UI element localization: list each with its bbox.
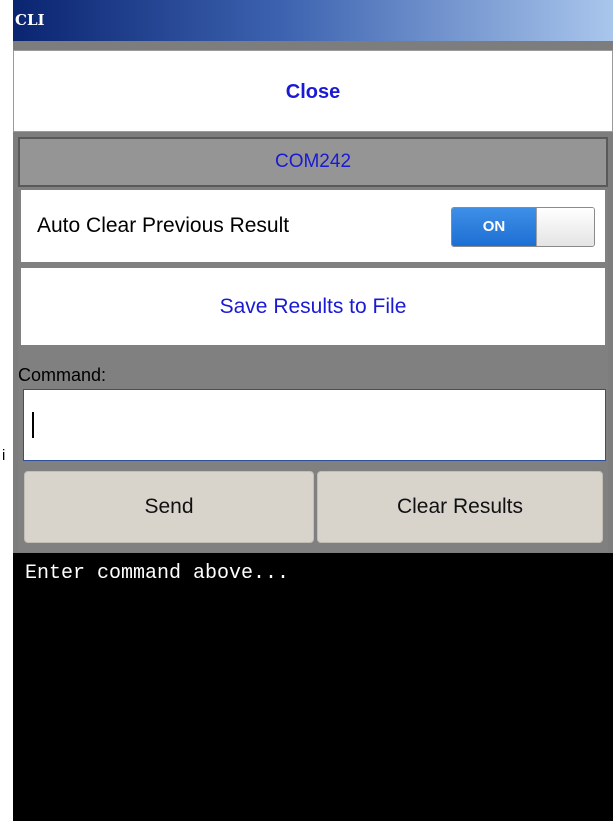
output-text: Enter command above... — [25, 562, 290, 585]
device-panel: COM242 Auto Clear Previous Result ON Sav… — [18, 137, 608, 552]
toggle-state-label: ON — [452, 208, 536, 246]
command-input[interactable] — [23, 389, 606, 461]
send-button[interactable]: Send — [24, 471, 314, 543]
stray-glyph: i — [2, 447, 6, 464]
text-caret — [32, 412, 34, 438]
device-name-header: COM242 — [18, 137, 608, 187]
clear-results-button[interactable]: Clear Results — [317, 471, 603, 543]
command-label: Command: — [18, 365, 107, 385]
cli-window: CLI Close COM242 Auto Clear Previous Res… — [13, 0, 613, 821]
output-console[interactable]: Enter command above... — [13, 553, 613, 821]
save-results-button[interactable]: Save Results to File — [21, 268, 605, 345]
auto-clear-toggle[interactable]: ON — [451, 207, 595, 247]
window-title: CLI — [13, 0, 613, 41]
close-button[interactable]: Close — [13, 50, 613, 132]
auto-clear-label: Auto Clear Previous Result — [37, 214, 290, 237]
toggle-knob — [536, 208, 594, 246]
auto-clear-row: Auto Clear Previous Result ON — [21, 190, 605, 262]
